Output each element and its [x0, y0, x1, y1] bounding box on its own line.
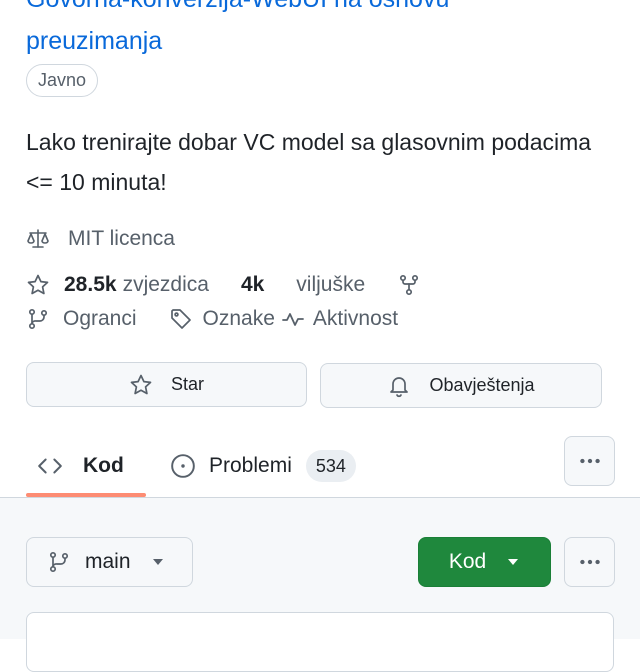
- triangle-down-icon: [152, 559, 163, 565]
- tag-icon: [169, 307, 193, 331]
- star-icon: [26, 273, 50, 297]
- visibility-badge: Javno: [26, 64, 99, 97]
- tab-issues-label[interactable]: Problemi: [209, 454, 292, 478]
- star-button[interactable]: Star: [26, 362, 307, 407]
- code-dropdown-button[interactable]: Kod: [418, 537, 551, 587]
- triangle-down-icon: [508, 559, 519, 565]
- notifications-button-label[interactable]: Obavještenja: [429, 375, 534, 396]
- branch-icon: [26, 307, 50, 331]
- branch-name[interactable]: main: [85, 550, 131, 574]
- bell-icon: [390, 376, 409, 397]
- repo-tabs: Kod Problemi 534: [0, 434, 640, 497]
- license-label[interactable]: MIT licenca: [68, 227, 175, 251]
- law-icon: [26, 227, 50, 251]
- issue-opened-icon: [171, 453, 195, 478]
- repo-title-link[interactable]: Govorna-konverzija-WebUI na osnovu preuz…: [26, 0, 626, 62]
- forks-count[interactable]: 4k: [241, 273, 264, 297]
- repo-title-line2[interactable]: preuzimanja: [26, 20, 626, 62]
- star-icon: [130, 374, 152, 394]
- forks-label[interactable]: viljuške: [296, 273, 365, 297]
- tab-issues[interactable]: Problemi 534: [170, 434, 356, 497]
- stars-label[interactable]: zvjezdica: [123, 273, 209, 297]
- links-row: Ogranci Oznake Aktivnost: [26, 307, 398, 331]
- issues-counter: 534: [305, 449, 356, 482]
- code-button-label[interactable]: Kod: [449, 550, 486, 574]
- repo-header: Govorna-konverzija-WebUI na osnovu preuz…: [0, 0, 640, 497]
- tab-code[interactable]: Kod: [37, 434, 124, 497]
- branch-select-button[interactable]: main: [26, 537, 193, 587]
- tags-link[interactable]: Oznake: [203, 307, 275, 331]
- file-list-box: [26, 612, 614, 672]
- branches-link[interactable]: Ogranci: [63, 307, 137, 331]
- kebab-horizontal-icon: [579, 458, 600, 464]
- stats-row: 28.5k zvjezdica 4k viljuške: [26, 273, 421, 297]
- branch-icon: [49, 551, 69, 573]
- pulse-icon: [281, 307, 305, 331]
- notifications-button[interactable]: Obavještenja: [320, 363, 602, 408]
- toolbar-more-button[interactable]: [564, 537, 615, 587]
- kebab-horizontal-icon: [579, 559, 600, 565]
- code-icon: [38, 458, 62, 473]
- tab-code-label[interactable]: Kod: [83, 454, 124, 478]
- activity-link[interactable]: Aktivnost: [313, 307, 398, 331]
- fork-icon: [397, 273, 421, 297]
- star-button-label[interactable]: Star: [171, 374, 204, 395]
- tabs-more-button[interactable]: [564, 436, 615, 486]
- repo-title-line1[interactable]: Govorna-konverzija-WebUI na osnovu: [26, 0, 626, 20]
- repo-description: Lako trenirajte dobar VC model sa glasov…: [26, 129, 592, 195]
- license-link[interactable]: MIT licenca: [26, 227, 175, 251]
- stars-count[interactable]: 28.5k: [64, 273, 117, 297]
